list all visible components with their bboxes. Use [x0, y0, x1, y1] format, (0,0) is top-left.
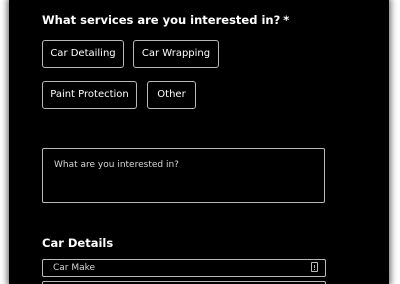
car-details-heading: Car Details [42, 236, 114, 250]
service-option-paint-protection[interactable]: Paint Protection [42, 81, 137, 109]
service-option-car-wrapping[interactable]: Car Wrapping [133, 40, 219, 68]
form-panel: What services are you interested in? * Ca… [9, 0, 389, 284]
services-heading-text: What services are you interested in? [42, 13, 281, 27]
info-card-icon [311, 262, 318, 272]
required-asterisk: * [283, 13, 290, 27]
car-make-input[interactable] [42, 259, 326, 277]
service-option-other[interactable]: Other [147, 81, 196, 109]
services-heading: What services are you interested in? * [42, 13, 289, 27]
interest-textarea[interactable] [42, 148, 325, 203]
service-option-car-detailing[interactable]: Car Detailing [42, 40, 124, 68]
